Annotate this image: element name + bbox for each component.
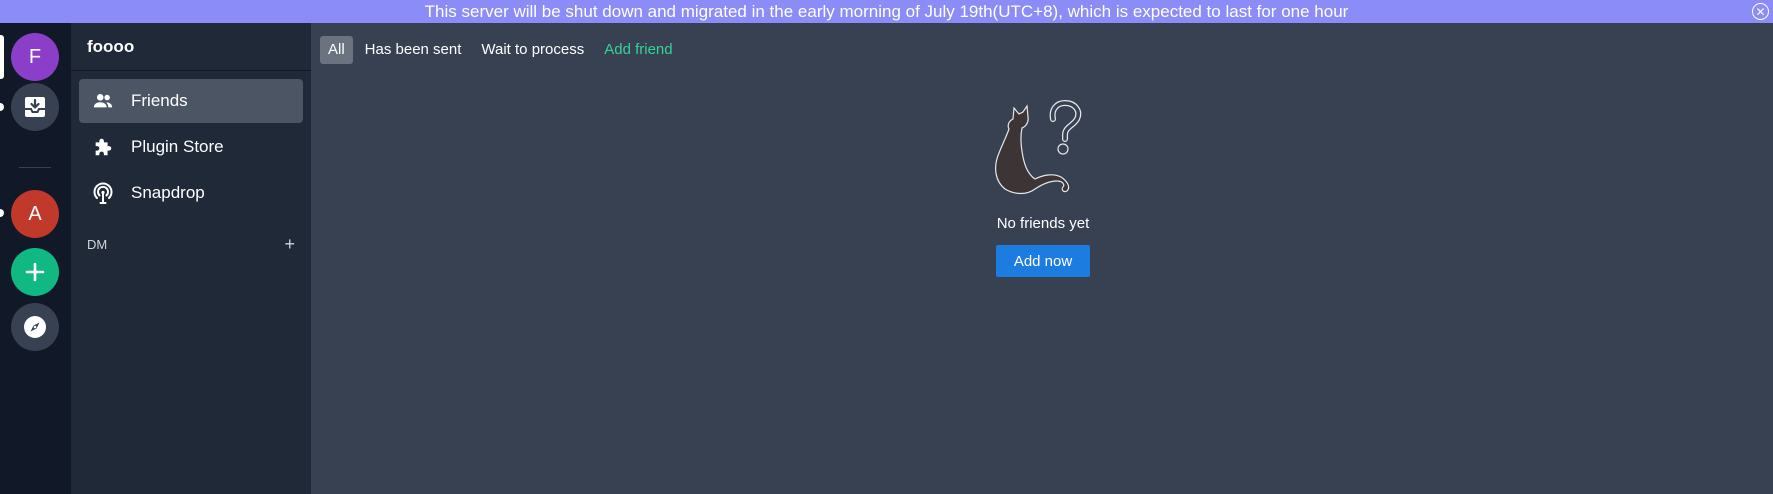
announcement-banner: This server will be shut down and migrat… [0, 0, 1773, 23]
unread-dot [0, 103, 4, 111]
server-avatar-a[interactable]: A [11, 190, 59, 238]
sidebar-item-snapdrop[interactable]: Snapdrop [79, 171, 303, 215]
sidebar-item-label: Friends [131, 91, 188, 110]
add-now-button[interactable]: Add now [996, 245, 1090, 277]
sidebar-item-label: Plugin Store [131, 137, 224, 156]
cat-question-illustration [995, 99, 1082, 195]
server-avatar-f[interactable]: F [11, 33, 59, 81]
sidebar: foooo Friends Plugin Store Snapdrop DM + [71, 23, 311, 494]
add-dm-button[interactable]: + [284, 235, 295, 253]
sidebar-item-plugin-store[interactable]: Plugin Store [79, 125, 303, 169]
explore-button[interactable] [11, 303, 59, 351]
empty-state: No friends yet Add now [311, 23, 1773, 323]
main-panel: All Has been sent Wait to process Add fr… [311, 23, 1773, 494]
sidebar-item-friends[interactable]: Friends [79, 79, 303, 123]
broadcast-icon [91, 181, 115, 205]
inbox-button[interactable] [11, 83, 59, 131]
friends-icon [91, 89, 115, 113]
unread-dot [0, 209, 4, 217]
sidebar-item-label: Snapdrop [131, 183, 205, 202]
close-icon[interactable]: ✕ [1752, 3, 1769, 20]
inbox-icon [25, 97, 45, 117]
dm-label: DM [87, 236, 108, 252]
compass-icon [24, 316, 46, 338]
active-server-indicator [0, 35, 4, 79]
empty-state-text: No friends yet [996, 215, 1090, 232]
rail-separator [19, 167, 51, 168]
banner-message: This server will be shut down and migrat… [424, 2, 1349, 21]
add-server-button[interactable] [11, 248, 59, 296]
server-letter: F [28, 45, 42, 68]
puzzle-icon [91, 135, 115, 159]
server-letter: A [28, 202, 42, 225]
plus-icon [25, 262, 45, 282]
dm-section-header: DM + [87, 233, 295, 255]
server-rail: F A [0, 23, 71, 494]
workspace-title: foooo [71, 23, 311, 71]
